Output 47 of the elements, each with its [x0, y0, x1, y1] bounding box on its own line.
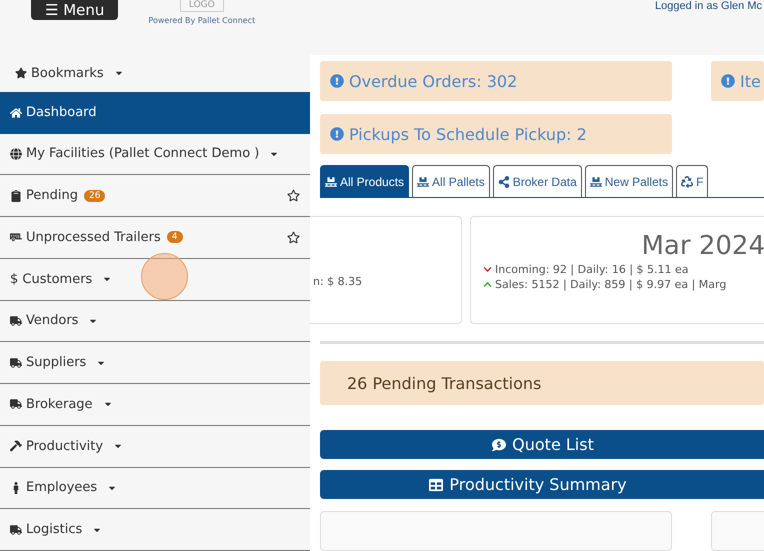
up-chevron-icon [483, 280, 492, 289]
globe-icon [10, 148, 22, 160]
pending-notice: 26 Pending Transactions [320, 361, 764, 406]
logo: LOGO [180, 0, 224, 12]
card-title: Mar 2024 [642, 231, 764, 261]
clipboard-icon [10, 190, 22, 202]
truck-icon [10, 524, 22, 536]
hammer-icon [10, 440, 22, 452]
quote-icon [492, 438, 506, 452]
down-chevron-icon [483, 265, 492, 274]
count-badge: 26 [84, 190, 106, 202]
tab[interactable]: All Products [320, 165, 410, 197]
recycle-icon [681, 176, 694, 188]
sidebar-item[interactable]: Employees [0, 468, 310, 510]
pallet-icon [590, 176, 602, 188]
click-indicator [141, 253, 188, 300]
truck-icon [10, 356, 22, 369]
pallet-icon [325, 176, 337, 188]
tab[interactable]: New Pallets [584, 165, 674, 197]
sidebar-item[interactable]: Dashboard [0, 92, 310, 134]
star-icon[interactable] [287, 189, 300, 202]
tab[interactable]: All Pallets [412, 165, 490, 197]
share-icon [498, 176, 510, 188]
tab[interactable]: F [676, 165, 708, 197]
star-icon [15, 67, 27, 80]
stat-text: n: $ 8.35 [313, 275, 362, 288]
count-badge: 4 [166, 231, 183, 244]
truck-icon [10, 314, 22, 327]
powered-by-text: Powered By Pallet Connect [148, 16, 256, 25]
tab[interactable]: Broker Data [492, 165, 582, 197]
truck-icon [10, 398, 22, 410]
stat-text: Incoming: 92 | Daily: 16 | $ 5.11 ea [495, 263, 689, 276]
sidebar-item[interactable]: My Facilities (Pallet Connect Demo ) [0, 134, 310, 176]
action-button[interactable]: Quote List [320, 430, 764, 460]
info-icon [330, 127, 344, 141]
user-link[interactable]: Logged in as Glen Mc [654, 0, 762, 12]
menu-button[interactable]: ☰ Menu [31, 0, 118, 20]
action-button[interactable]: Productivity Summary [320, 470, 764, 499]
star-icon[interactable] [287, 230, 300, 244]
pallet-icon [417, 176, 430, 188]
sidebar-item[interactable]: Vendors [0, 300, 310, 342]
home-icon [10, 106, 22, 119]
table-icon [429, 478, 444, 492]
info-icon [721, 74, 735, 88]
trailer-icon [10, 231, 22, 244]
info-icon [330, 74, 344, 88]
stat-text: Sales: 5152 | Daily: 859 | $ 9.97 ea | Marg [495, 278, 726, 291]
